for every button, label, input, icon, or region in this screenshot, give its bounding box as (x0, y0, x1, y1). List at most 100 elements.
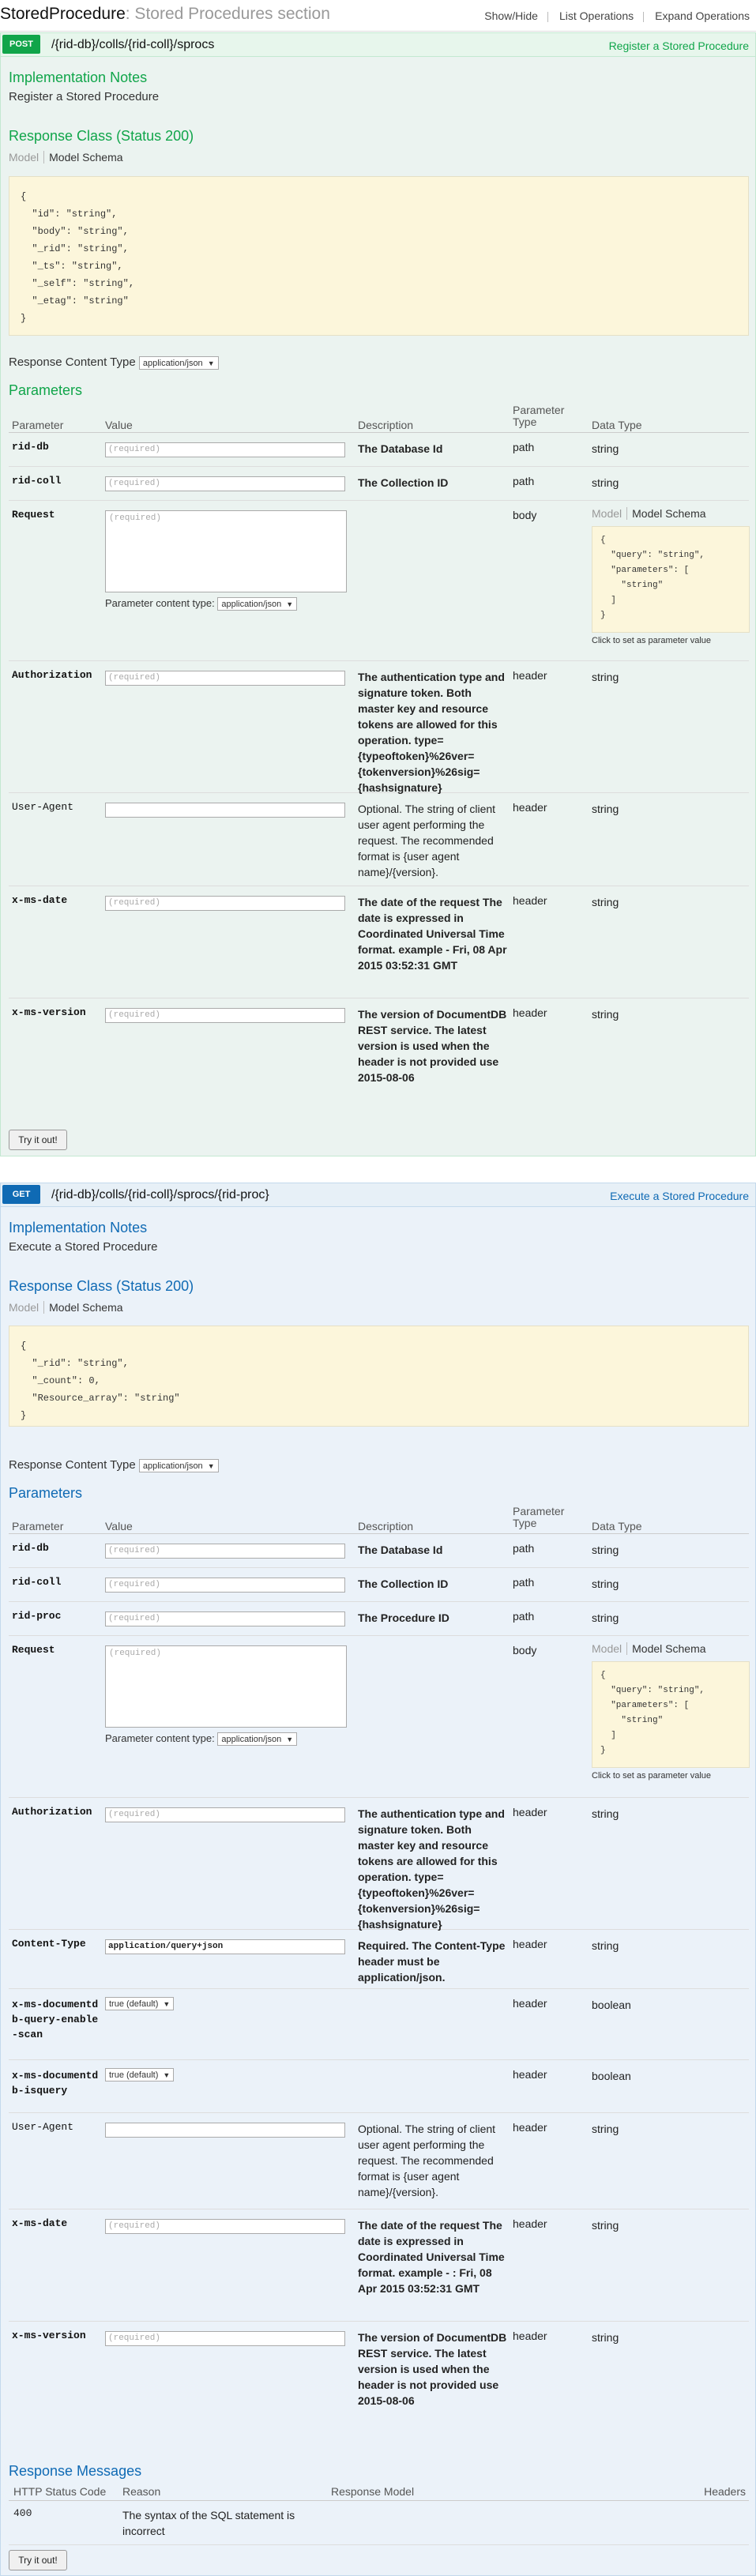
response-content-type-select[interactable]: application/json ▼ (138, 1458, 219, 1472)
isquery-select[interactable]: true (default) ▼ (105, 2068, 175, 2081)
model-tab[interactable]: Model (9, 1301, 39, 1314)
col-value: Value (105, 419, 133, 431)
get-operation-heading[interactable]: GET /{rid-db}/colls/{rid-coll}/sprocs/{r… (1, 1183, 755, 1207)
parameter-content-type-select[interactable]: application/json ▼ (217, 1732, 298, 1747)
x-ms-version-input[interactable]: (required) (105, 1008, 345, 1023)
param-data-type: string (592, 1807, 619, 1820)
param-description: Required. The Content-Type header must b… (358, 1939, 506, 1984)
param-name: Content-Type (12, 1938, 86, 1950)
schema-line: } (21, 313, 27, 324)
model-tab[interactable]: Model (592, 507, 622, 520)
col-data-type: Data Type (592, 1520, 642, 1532)
param-data-type: string (592, 1008, 619, 1021)
http-method-badge[interactable]: POST (2, 35, 40, 54)
param-description: The authentication type and signature to… (358, 671, 505, 794)
authorization-input[interactable]: (required) (105, 1807, 345, 1822)
operation-path[interactable]: /{rid-db}/colls/{rid-coll}/sprocs/{rid-p… (51, 1188, 269, 1202)
param-type: header (513, 1806, 547, 1818)
param-data-type: string (592, 442, 619, 455)
param-description: The version of DocumentDB REST service. … (358, 2331, 507, 2407)
request-body-textarea[interactable]: (required) (105, 510, 347, 592)
expand-operations-link[interactable]: Expand Operations (655, 9, 750, 22)
response-schema: { "id": "string", "body": "string", "_ri… (9, 176, 749, 336)
param-name: x-ms-version (12, 2330, 86, 2341)
schema-line: "query": "string", (600, 551, 705, 560)
chevron-down-icon: ▼ (207, 359, 215, 367)
param-description: The Procedure ID (358, 1611, 449, 1624)
model-tab[interactable]: Model (592, 1642, 622, 1655)
response-content-type-label: Response Content Type (9, 1458, 136, 1472)
chevron-down-icon: ▼ (163, 2000, 171, 2008)
rid-db-input[interactable]: (required) (105, 1544, 345, 1559)
response-content-type: Response Content Type application/json ▼ (9, 355, 219, 370)
response-class-heading: Response Class (Status 200) (9, 128, 194, 144)
http-method-badge[interactable]: GET (2, 1185, 40, 1204)
request-signature: Model Model Schema { "query": "string", "… (592, 1642, 754, 1781)
parameter-content-type: Parameter content type: application/json… (105, 1732, 298, 1747)
param-description: The Collection ID (358, 1578, 449, 1590)
param-data-type: string (592, 671, 619, 683)
param-name: rid-proc (12, 1610, 62, 1622)
model-schema-tab[interactable]: Model Schema (626, 1642, 706, 1655)
rid-coll-input[interactable]: (required) (105, 476, 345, 491)
param-type: header (513, 669, 547, 682)
implementation-notes-text: Execute a Stored Procedure (9, 1240, 158, 1254)
link-divider (643, 11, 645, 22)
parameters-heading: Parameters (9, 382, 83, 398)
status-code: 400 (13, 2507, 32, 2519)
schema-line: "Resource_array": "string" (21, 1393, 180, 1404)
param-data-type: string (592, 1578, 619, 1590)
param-type: header (513, 2121, 547, 2134)
param-data-type: string (592, 2219, 619, 2232)
schema-line: { (600, 1671, 606, 1680)
resource-title[interactable]: StoredProcedure: Stored Procedures secti… (0, 5, 330, 24)
param-name: rid-db (12, 1542, 49, 1554)
model-schema-tab[interactable]: Model Schema (43, 151, 123, 164)
rid-proc-input[interactable]: (required) (105, 1611, 345, 1626)
content-type-input[interactable]: application/query+json (105, 1939, 345, 1954)
parameters-heading: Parameters (9, 1485, 83, 1501)
param-description: Optional. The string of client user agen… (358, 803, 496, 878)
parameter-content-type: Parameter content type: application/json… (105, 597, 298, 611)
select-value: true (default) (109, 2070, 159, 2080)
param-row: Authorization (required) The authenticat… (9, 1798, 749, 1931)
model-schema-tab[interactable]: Model Schema (43, 1301, 123, 1314)
request-body-textarea[interactable]: (required) (105, 1645, 347, 1728)
rid-coll-input[interactable]: (required) (105, 1578, 345, 1593)
user-agent-input[interactable] (105, 2123, 345, 2138)
response-schema: { "_rid": "string", "_count": 0, "Resour… (9, 1326, 749, 1427)
param-description: The Database Id (358, 1544, 443, 1556)
model-schema-tab[interactable]: Model Schema (626, 507, 706, 520)
operation-summary-link[interactable]: Register a Stored Procedure (609, 39, 749, 52)
param-row: rid-coll (required) The Collection ID pa… (9, 1568, 749, 1602)
param-type: path (513, 1542, 535, 1555)
request-schema-sample[interactable]: { "query": "string", "parameters": [ "st… (592, 1661, 750, 1768)
param-row: x-ms-documentdb-isquery true (default) ▼ … (9, 2060, 749, 2113)
post-operation-heading[interactable]: POST /{rid-db}/colls/{rid-coll}/sprocs R… (1, 33, 755, 57)
query-enable-scan-select[interactable]: true (default) ▼ (105, 1997, 175, 2010)
col-description: Description (358, 1520, 414, 1532)
param-row: x-ms-date (required) The date of the req… (9, 2209, 749, 2322)
signature-tabs: Model Model Schema (592, 1642, 754, 1655)
try-it-out-button[interactable]: Try it out! (9, 1130, 67, 1150)
operation-path[interactable]: /{rid-db}/colls/{rid-coll}/sprocs (51, 38, 214, 52)
user-agent-input[interactable] (105, 803, 345, 818)
click-to-set-hint: Click to set as parameter value (592, 636, 712, 645)
chevron-down-icon: ▼ (286, 600, 294, 609)
x-ms-date-input[interactable]: (required) (105, 896, 345, 911)
try-it-out-button[interactable]: Try it out! (9, 2550, 67, 2570)
authorization-input[interactable]: (required) (105, 671, 345, 686)
model-tab[interactable]: Model (9, 151, 39, 164)
operation-summary-link[interactable]: Execute a Stored Procedure (610, 1190, 749, 1202)
x-ms-version-input[interactable]: (required) (105, 2331, 345, 2346)
x-ms-date-input[interactable]: (required) (105, 2219, 345, 2234)
show-hide-link[interactable]: Show/Hide (484, 9, 538, 22)
response-content-type-select[interactable]: application/json ▼ (138, 355, 219, 370)
request-schema-sample[interactable]: { "query": "string", "parameters": [ "st… (592, 526, 750, 633)
list-operations-link[interactable]: List Operations (559, 9, 634, 22)
rid-db-input[interactable]: (required) (105, 442, 345, 457)
chevron-down-icon: ▼ (286, 1736, 294, 1744)
resource-name[interactable]: StoredProcedure (0, 5, 126, 23)
param-name: x-ms-documentdb-query-enable-scan (12, 1999, 99, 2040)
parameter-content-type-select[interactable]: application/json ▼ (217, 597, 298, 611)
